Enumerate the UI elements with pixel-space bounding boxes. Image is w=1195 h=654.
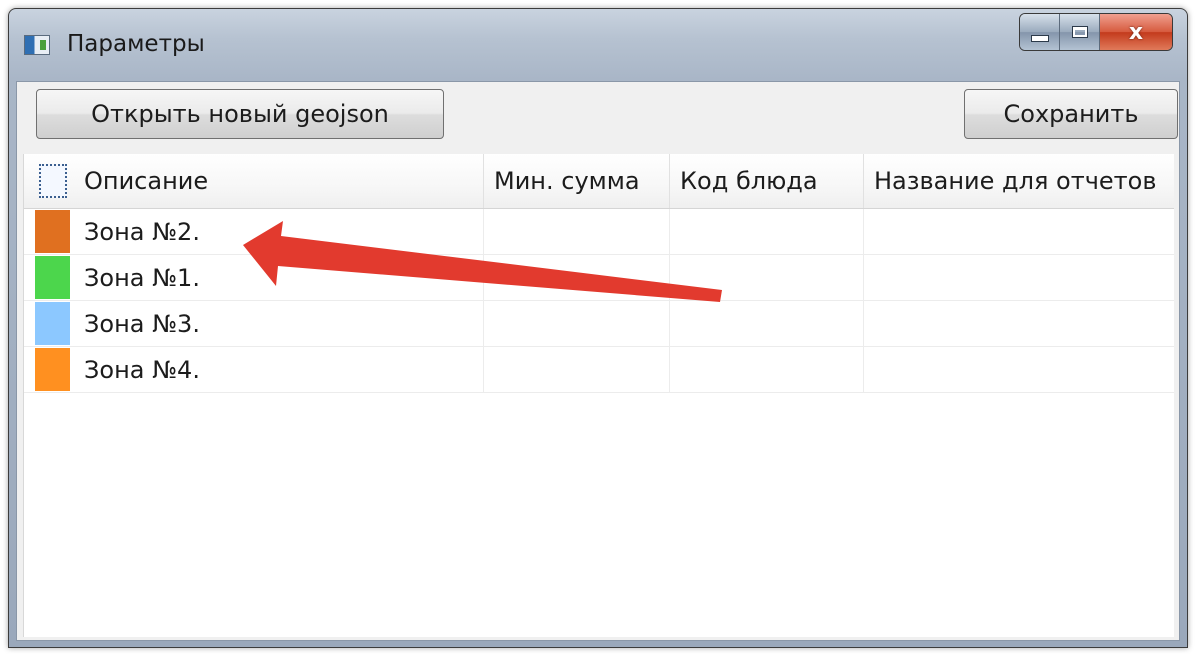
table-row[interactable]: Зона №2. [24, 209, 1174, 255]
table-row[interactable]: Зона №3. [24, 301, 1174, 347]
cell-description[interactable]: Зона №1. [74, 255, 484, 300]
zones-table: Описание Мин. сумма Код блюда Название д… [23, 154, 1174, 637]
title-bar[interactable]: Параметры x [9, 9, 1187, 79]
cell-description[interactable]: Зона №3. [74, 301, 484, 346]
cell-report-name[interactable] [864, 255, 1174, 300]
cell-dish-code[interactable] [670, 209, 864, 254]
parameters-window: Параметры x Открыть новый geojson Сохран… [8, 8, 1188, 648]
column-header-description[interactable]: Описание [74, 154, 484, 208]
cell-report-name[interactable] [864, 209, 1174, 254]
minimize-icon [1030, 34, 1049, 42]
cell-min-sum[interactable] [484, 255, 670, 300]
select-all-checkbox[interactable] [39, 164, 67, 198]
open-geojson-button[interactable]: Открыть новый geojson [36, 89, 444, 139]
zone-color-swatch[interactable] [35, 348, 70, 391]
column-header-dish-code[interactable]: Код блюда [670, 154, 864, 208]
window-client-area: Открыть новый geojson Сохранить Описание… [16, 81, 1180, 641]
zone-color-swatch[interactable] [35, 302, 70, 345]
table-row[interactable]: Зона №4. [24, 347, 1174, 393]
close-button[interactable]: x [1100, 14, 1172, 50]
column-header-report-name[interactable]: Название для отчетов [864, 154, 1174, 208]
cell-report-name[interactable] [864, 347, 1174, 392]
app-window-icon [24, 35, 50, 55]
close-icon: x [1128, 19, 1144, 45]
cell-dish-code[interactable] [670, 347, 864, 392]
cell-min-sum[interactable] [484, 209, 670, 254]
cell-min-sum[interactable] [484, 301, 670, 346]
cell-report-name[interactable] [864, 301, 1174, 346]
minimize-button[interactable] [1020, 14, 1060, 50]
maximize-icon [1071, 26, 1088, 38]
cell-dish-code[interactable] [670, 255, 864, 300]
cell-min-sum[interactable] [484, 347, 670, 392]
cell-description[interactable]: Зона №2. [74, 209, 484, 254]
save-button[interactable]: Сохранить [964, 89, 1178, 139]
window-controls: x [1019, 13, 1173, 51]
zone-color-swatch[interactable] [35, 210, 70, 253]
cell-dish-code[interactable] [670, 301, 864, 346]
maximize-button[interactable] [1060, 14, 1100, 50]
table-row[interactable]: Зона №1. [24, 255, 1174, 301]
window-title: Параметры [67, 31, 205, 57]
table-header: Описание Мин. сумма Код блюда Название д… [24, 154, 1174, 209]
zone-color-swatch[interactable] [35, 256, 70, 299]
column-header-min-sum[interactable]: Мин. сумма [484, 154, 670, 208]
cell-description[interactable]: Зона №4. [74, 347, 484, 392]
